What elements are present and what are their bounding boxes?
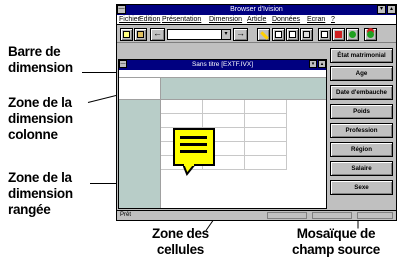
callout-row-zone: Zone de la dimension rangée: [8, 170, 73, 217]
system-menu-button[interactable]: —: [117, 5, 126, 14]
app-title-bar: — Browser d'Ivision ▾ ▴: [117, 5, 396, 15]
grid-cell[interactable]: [203, 100, 245, 114]
callout-field-tiles: Mosaïque de champ source: [292, 226, 380, 257]
note-line: [180, 143, 207, 146]
copy-button[interactable]: [286, 28, 299, 41]
field-tile-salaire[interactable]: Salaire: [330, 161, 393, 176]
document-title: Sans titre [EXTF.IVX]: [191, 61, 254, 68]
print-icon: [303, 31, 310, 38]
column-dimension-zone[interactable]: [161, 78, 326, 100]
menu-edition[interactable]: Edition: [139, 15, 160, 25]
field-tile-etat-matrimonial[interactable]: État matrimonial: [330, 48, 393, 63]
row-dimension-zone[interactable]: [119, 100, 161, 208]
minimize-button[interactable]: ▾: [377, 5, 386, 14]
field-tile-age[interactable]: Age: [330, 66, 393, 81]
globe-icon: [349, 31, 356, 38]
status-panel: [267, 212, 307, 219]
menu-help[interactable]: ?: [331, 15, 335, 25]
dimension-drop-strip[interactable]: [119, 70, 326, 78]
note-line: [180, 136, 207, 139]
toolbar: ← ▾ →: [117, 26, 396, 43]
maximize-button[interactable]: ▴: [387, 5, 396, 14]
print-button[interactable]: [300, 28, 313, 41]
doc-maximize-icon[interactable]: ▴: [318, 60, 326, 68]
report-button[interactable]: [318, 28, 331, 41]
menu-fichier[interactable]: Fichier: [119, 15, 140, 25]
grid-cell[interactable]: [245, 128, 287, 142]
chart-button[interactable]: [332, 28, 345, 41]
callout-cell-zone: Zone des cellules: [152, 226, 209, 257]
status-text: Prêt: [120, 212, 132, 218]
new-button[interactable]: [120, 28, 133, 41]
prev-button[interactable]: ←: [150, 28, 165, 41]
field-tile-region[interactable]: Région: [330, 142, 393, 157]
workspace: — Sans titre [EXTF.IVX] ▾ ▴ État matrimo…: [117, 44, 396, 210]
chart-icon: [335, 31, 342, 38]
pointer-line-dimension-bar: [82, 72, 116, 73]
traffic-light-icon: [367, 31, 374, 38]
doc-minimize-icon[interactable]: ▾: [309, 60, 317, 68]
new-icon: [123, 31, 130, 38]
field-tile-date-embauche[interactable]: Date d'embauche: [330, 85, 393, 100]
callout-dimension-bar: Barre de dimension: [8, 44, 73, 75]
menu-ecran[interactable]: Ecran: [307, 15, 325, 25]
open-folder-icon: [137, 31, 144, 38]
table-button[interactable]: [272, 28, 285, 41]
copy-icon: [289, 31, 296, 38]
grid-cell[interactable]: [161, 100, 203, 114]
grid-cell[interactable]: [245, 142, 287, 156]
pencil-icon: [260, 31, 269, 40]
status-panel: [357, 212, 393, 219]
menu-bar: Fichier Edition Présentation Dimension A…: [117, 15, 396, 25]
note-tail-icon: [183, 164, 197, 176]
doc-menu-icon[interactable]: —: [119, 60, 127, 68]
field-tiles-panel: État matrimonial Age Date d'embauche Poi…: [327, 45, 396, 209]
menu-presentation[interactable]: Présentation: [162, 15, 201, 25]
illustration: Barre de dimension Zone de la dimension …: [0, 0, 397, 260]
note-icon: [173, 128, 215, 176]
menu-donnees[interactable]: Données: [272, 15, 300, 25]
note-line: [180, 150, 207, 153]
table-icon: [275, 31, 282, 38]
field-tile-poids[interactable]: Poids: [330, 104, 393, 119]
grid-cell[interactable]: [245, 114, 287, 128]
open-button[interactable]: [134, 28, 147, 41]
pencil-button[interactable]: [257, 28, 270, 41]
status-bar: Prêt: [117, 210, 396, 220]
traffic-light-button[interactable]: [364, 28, 377, 41]
corner-cell: [119, 78, 161, 100]
chevron-down-icon: ▾: [221, 30, 230, 39]
grid-cell[interactable]: [245, 100, 287, 114]
dimension-bar[interactable]: — Sans titre [EXTF.IVX] ▾ ▴: [119, 60, 326, 70]
menu-dimension[interactable]: Dimension: [209, 15, 242, 25]
menu-article[interactable]: Article: [247, 15, 266, 25]
status-panel: [312, 212, 352, 219]
callout-column-zone: Zone de la dimension colonne: [8, 95, 73, 142]
app-title: Browser d'Ivision: [230, 6, 283, 13]
grid-cell[interactable]: [203, 114, 245, 128]
field-tile-profession[interactable]: Profession: [330, 123, 393, 138]
dimension-combo[interactable]: ▾: [167, 29, 231, 40]
grid-cell[interactable]: [245, 156, 287, 170]
table-grid: [119, 70, 326, 208]
report-icon: [321, 31, 328, 38]
grid-cell[interactable]: [161, 114, 203, 128]
next-button[interactable]: →: [233, 28, 248, 41]
app-window: — Browser d'Ivision ▾ ▴ Fichier Edition …: [116, 4, 397, 221]
document-window: — Sans titre [EXTF.IVX] ▾ ▴: [118, 59, 327, 209]
field-tile-sexe[interactable]: Sexe: [330, 180, 393, 195]
globe-button[interactable]: [346, 28, 359, 41]
